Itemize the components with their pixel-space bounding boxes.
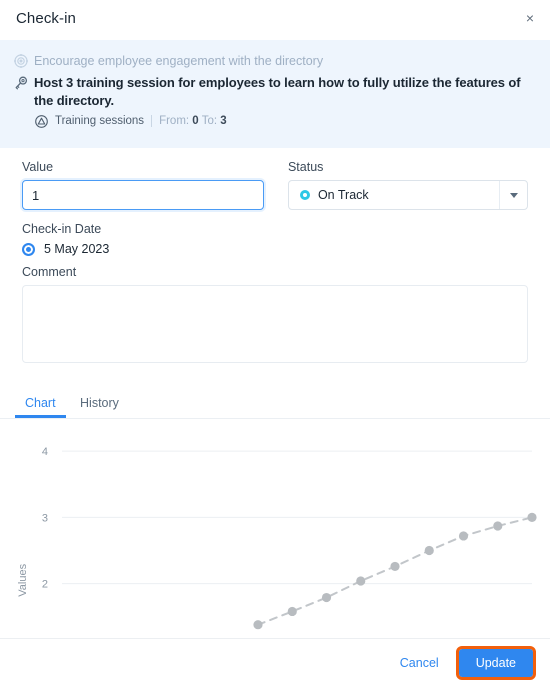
check-in-form: Value Status On Track Check-in Date 5 Ma… — [0, 160, 550, 368]
metric-triangle-icon — [32, 113, 50, 129]
page-title: Check-in — [16, 9, 76, 27]
checkin-date-label: Check-in Date — [22, 222, 102, 236]
tab-chart[interactable]: Chart — [15, 393, 66, 418]
key-icon — [10, 74, 32, 91]
objective-text: Encourage employee engagement with the d… — [34, 54, 324, 68]
checkin-date-value: 5 May 2023 — [44, 242, 110, 256]
key-result-row: Host 3 training session for employees to… — [10, 74, 534, 110]
check-in-dialog: Check-in × Encourage employee engagement… — [0, 0, 550, 687]
dialog-header: Check-in × — [0, 0, 550, 36]
objective-row: Encourage employee engagement with the d… — [10, 52, 534, 69]
status-label: Status — [287, 160, 324, 174]
status-select[interactable]: On Track — [287, 180, 528, 210]
key-result-text: Host 3 training session for employees to… — [34, 75, 521, 108]
values-chart: 4 3 2 Values — [0, 420, 550, 638]
dialog-footer: Cancel Update — [0, 638, 550, 687]
range-to-value: 3 — [220, 115, 227, 127]
metric-row: Training sessions From: 0 To: 3 — [32, 113, 534, 129]
svg-text:4: 4 — [42, 446, 48, 458]
svg-text:Values: Values — [17, 563, 29, 596]
range-to-label: To: — [201, 115, 218, 127]
value-label: Value — [22, 160, 54, 174]
value-field-group: Value — [22, 160, 264, 210]
status-field-group: Status On Track — [287, 160, 528, 210]
comment-label: Comment — [22, 265, 77, 279]
value-input[interactable] — [22, 180, 264, 210]
status-dot-icon — [299, 190, 310, 200]
chevron-down-icon[interactable] — [499, 181, 527, 209]
checkin-date-radio-row[interactable]: 5 May 2023 — [0, 242, 550, 256]
chart-history-tabs: Chart History — [0, 393, 550, 419]
objective-banner: Encourage employee engagement with the d… — [0, 40, 550, 148]
value-status-row: Value Status On Track — [0, 160, 550, 210]
range-from-label: From: — [159, 115, 190, 127]
chart-svg: 4 3 2 Values — [17, 446, 537, 630]
comment-wrap — [0, 285, 550, 368]
close-icon[interactable]: × — [518, 6, 542, 30]
metric-name: Training sessions — [55, 115, 153, 127]
cancel-button[interactable]: Cancel — [390, 650, 449, 676]
checkin-date-radio[interactable] — [22, 242, 35, 256]
metric-range: From: 0 To: 3 — [152, 115, 227, 127]
comment-input[interactable] — [22, 285, 528, 363]
svg-text:2: 2 — [42, 579, 48, 591]
tab-history[interactable]: History — [70, 393, 129, 417]
update-button[interactable]: Update — [455, 646, 537, 680]
target-icon — [10, 52, 32, 69]
status-selected-value: On Track — [317, 188, 369, 202]
range-from-value: 0 — [192, 115, 199, 127]
svg-text:3: 3 — [42, 512, 48, 524]
